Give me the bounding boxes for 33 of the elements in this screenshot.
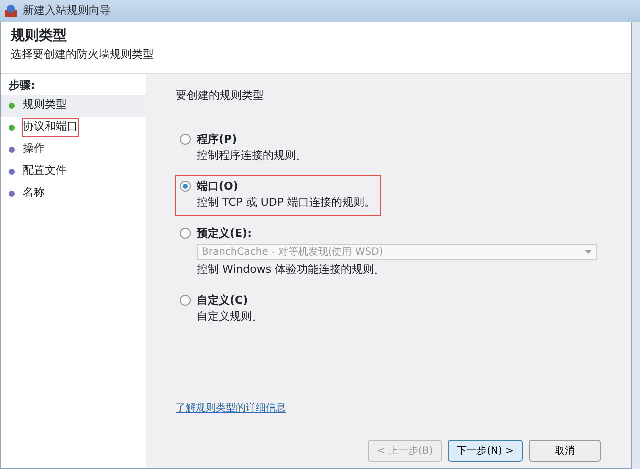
step-label: 规则类型 [23, 97, 67, 114]
step-label: 协议和端口 [23, 119, 78, 136]
step-item[interactable]: 协议和端口 [1, 116, 146, 138]
step-label: 名称 [23, 185, 45, 202]
radio-button[interactable] [180, 228, 191, 238]
info-link[interactable]: 了解规则类型的详细信息 [176, 401, 286, 416]
radio-button[interactable] [180, 294, 191, 306]
step-label: 配置文件 [23, 163, 67, 180]
option-description: 控制程序连接的规则。 [197, 148, 307, 164]
wizard-button[interactable]: 取消 [529, 440, 601, 462]
option-label: 端口(O) [197, 178, 240, 194]
wizard-button[interactable]: 下一步(N) > [448, 440, 523, 462]
dropdown-value: BranchCache - 对等机发现(使用 WSD) [202, 246, 384, 260]
page-subtitle: 选择要创建的防火墙规则类型 [11, 47, 155, 63]
step-item[interactable]: 名称 [1, 182, 146, 204]
option-label: 预定义(E): [197, 226, 253, 242]
page-title: 规则类型 [11, 27, 68, 46]
step-item[interactable]: 配置文件 [1, 160, 146, 182]
firewall-icon [4, 4, 18, 18]
prompt-text: 要创建的规则类型 [176, 88, 265, 104]
steps-heading: 步骤: [8, 78, 36, 94]
option-description: 自定义规则。 [197, 309, 263, 325]
option-label: 程序(P) [197, 132, 238, 148]
radio-button[interactable] [180, 134, 191, 144]
window-title: 新建入站规则向导 [23, 2, 111, 19]
option-label: 自定义(C) [197, 292, 250, 308]
option-description: 控制 Windows 体验功能连接的规则。 [197, 262, 386, 278]
step-label: 操作 [23, 141, 45, 158]
option-description: 控制 TCP 或 UDP 端口连接的规则。 [197, 195, 376, 211]
caret-icon [585, 250, 592, 254]
step-item[interactable]: 操作 [1, 138, 146, 160]
step-item[interactable]: 规则类型 [1, 94, 146, 116]
radio-button[interactable] [180, 180, 191, 192]
